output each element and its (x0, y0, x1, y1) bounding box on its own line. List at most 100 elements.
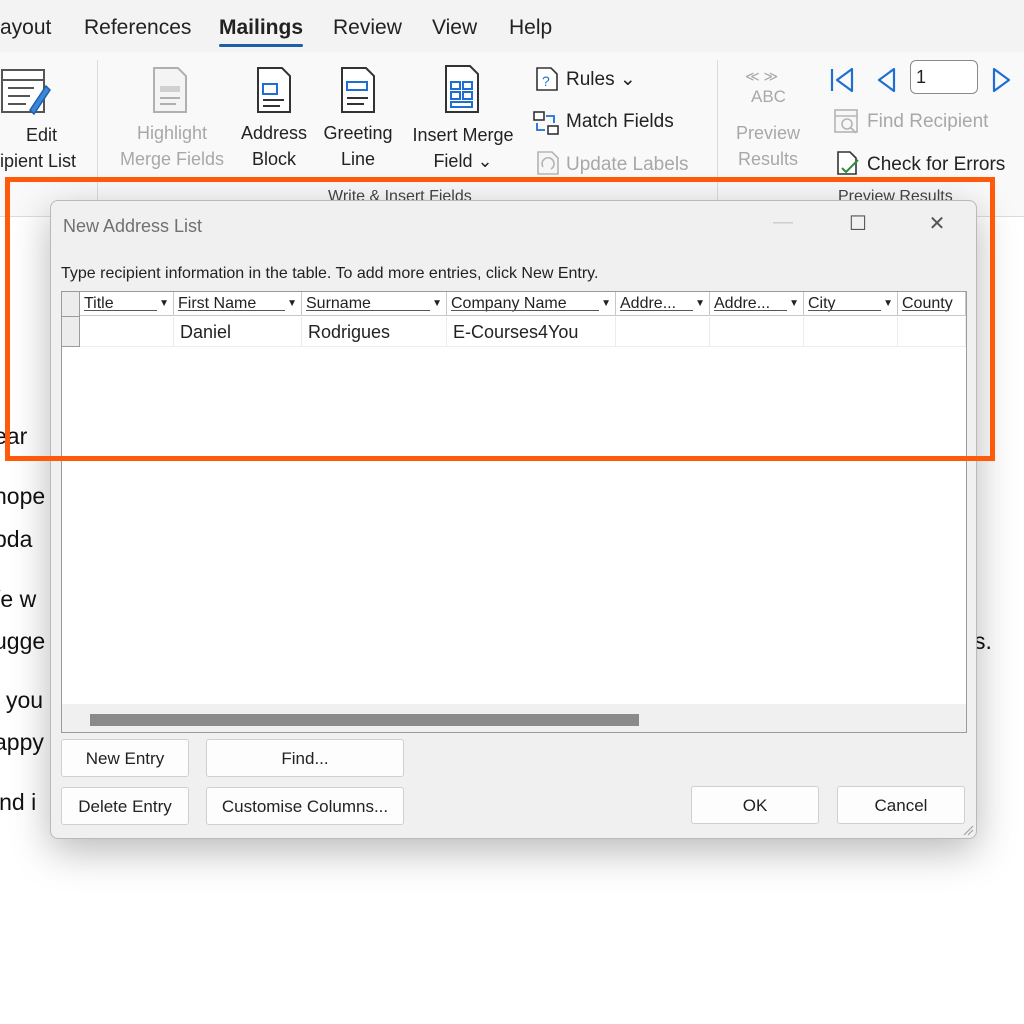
address-block-label-1: Address (240, 123, 308, 143)
minimize-button[interactable]: — (763, 211, 803, 234)
find-button[interactable]: Find... (206, 739, 404, 777)
check-for-errors-icon (837, 151, 859, 175)
cell-first-name[interactable]: Daniel (174, 317, 302, 347)
insert-merge-field-button[interactable]: Insert Merge Field ⌄ (404, 122, 522, 174)
document-text: ear (0, 423, 28, 449)
header-underline (714, 310, 787, 311)
header-underline (178, 310, 285, 311)
preview-label-2: Results (737, 149, 799, 169)
cell-address-1[interactable] (616, 317, 710, 347)
highlight-merge-fields-icon (153, 67, 187, 113)
dropdown-arrow-icon[interactable]: ▼ (789, 292, 799, 315)
dropdown-arrow-icon[interactable]: ▼ (883, 292, 893, 315)
header-underline (451, 310, 599, 311)
new-address-list-dialog: New Address List — ☐ ✕ Type recipient in… (50, 200, 977, 839)
greeting-line-label-1: Greeting (323, 123, 393, 143)
column-header-address-1[interactable]: Addre... ▼ (616, 292, 710, 316)
document-text: ind i (0, 789, 37, 815)
header-underline (306, 310, 430, 311)
check-for-errors-button[interactable]: Check for Errors (867, 154, 1005, 176)
header-underline (620, 310, 693, 311)
resize-grip-icon[interactable] (962, 824, 974, 836)
cell-city[interactable] (804, 317, 898, 347)
dropdown-arrow-icon[interactable]: ▼ (601, 292, 611, 315)
column-header-label: Addre... (714, 295, 771, 312)
next-record-icon[interactable] (990, 66, 1014, 94)
column-header-address-2[interactable]: Addre... ▼ (710, 292, 804, 316)
first-record-icon[interactable] (829, 66, 855, 94)
dropdown-arrow-icon[interactable]: ▼ (695, 292, 705, 315)
tab-references[interactable]: References (84, 16, 191, 40)
update-labels-button[interactable]: Update Labels (566, 154, 689, 176)
column-header-title[interactable]: Title ▼ (80, 292, 174, 316)
edit-recipient-list-button[interactable]: Edit ipient List (0, 122, 76, 174)
ok-button[interactable]: OK (691, 786, 819, 824)
address-block-label-2: Block (251, 149, 296, 169)
maximize-button[interactable]: ☐ (838, 211, 878, 236)
ribbon-separator (97, 60, 98, 210)
ribbon-separator (717, 60, 718, 210)
edit-recipient-list-icon (1, 69, 51, 116)
rules-button[interactable]: Rules ⌄ (566, 68, 636, 91)
close-button[interactable]: ✕ (917, 211, 957, 236)
preview-label-1: Preview (735, 123, 801, 143)
highlight-label-1: Highlight (136, 123, 208, 143)
column-header-surname[interactable]: Surname ▼ (302, 292, 447, 316)
insert-merge-field-icon (445, 65, 479, 113)
greeting-line-button[interactable]: Greeting Line (318, 120, 398, 172)
instruction-text: Type recipient information in the table.… (61, 265, 599, 282)
cell-county[interactable] (898, 317, 966, 347)
column-header-city[interactable]: City ▼ (804, 292, 898, 316)
document-text: pda (0, 526, 33, 552)
cell-title[interactable] (80, 317, 174, 347)
highlight-merge-fields-button[interactable]: Highlight Merge Fields (115, 120, 229, 172)
record-number-input[interactable]: 1 (910, 60, 978, 94)
cancel-button[interactable]: Cancel (837, 786, 965, 824)
abc-icon: ABC (751, 87, 786, 106)
svg-text:?: ? (542, 73, 550, 89)
column-header-label: Addre... (620, 295, 677, 312)
ribbon: Edit ipient List Highlight Merge Fields … (0, 52, 1024, 217)
tab-view[interactable]: View (432, 16, 477, 40)
dropdown-arrow-icon[interactable]: ▼ (432, 292, 442, 315)
cell-company-name[interactable]: E-Courses4You (447, 317, 616, 347)
find-recipient-icon (834, 109, 858, 134)
tab-mailings[interactable]: Mailings (219, 16, 303, 40)
scrollbar-thumb[interactable] (90, 714, 639, 726)
delete-entry-button[interactable]: Delete Entry (61, 787, 189, 825)
document-text: hope (0, 483, 46, 509)
document-text: /e w (0, 586, 37, 612)
column-header-first-name[interactable]: First Name ▼ (174, 292, 302, 316)
address-block-icon (257, 67, 291, 113)
dropdown-arrow-icon[interactable]: ▼ (287, 292, 297, 315)
match-fields-button[interactable]: Match Fields (566, 111, 674, 133)
tab-layout[interactable]: ayout (0, 16, 51, 40)
column-header-label: First Name (178, 295, 257, 312)
header-underline (84, 310, 157, 311)
cell-address-2[interactable] (710, 317, 804, 347)
recipient-table[interactable]: Title ▼ First Name ▼ Surname ▼ Company N… (61, 291, 967, 733)
column-header-company-name[interactable]: Company Name ▼ (447, 292, 616, 316)
greeting-line-icon (341, 67, 375, 113)
tab-help[interactable]: Help (509, 16, 552, 40)
column-header-label: Surname (306, 295, 371, 312)
row-selector[interactable] (62, 317, 80, 347)
address-block-button[interactable]: Address Block (234, 120, 314, 172)
dropdown-arrow-icon[interactable]: ▼ (159, 292, 169, 315)
insert-merge-label-2: Field ⌄ (433, 151, 493, 171)
table-corner[interactable] (62, 292, 80, 317)
previous-record-icon[interactable] (874, 66, 898, 94)
tab-review[interactable]: Review (333, 16, 402, 40)
abc-arrows-icon: ≪ ≫ (745, 68, 779, 84)
preview-results-button[interactable]: Preview Results (730, 120, 806, 172)
edit-recipient-label-1: Edit (26, 125, 58, 145)
horizontal-scrollbar[interactable] (62, 704, 966, 732)
greeting-line-label-2: Line (340, 149, 376, 169)
edit-recipient-label-2: ipient List (0, 151, 77, 171)
new-entry-button[interactable]: New Entry (61, 739, 189, 777)
column-header-county[interactable]: County (898, 292, 966, 316)
cell-surname[interactable]: Rodrigues (302, 317, 447, 347)
find-recipient-button[interactable]: Find Recipient (867, 111, 988, 133)
customise-columns-button[interactable]: Customise Columns... (206, 787, 404, 825)
match-fields-icon (533, 111, 559, 135)
